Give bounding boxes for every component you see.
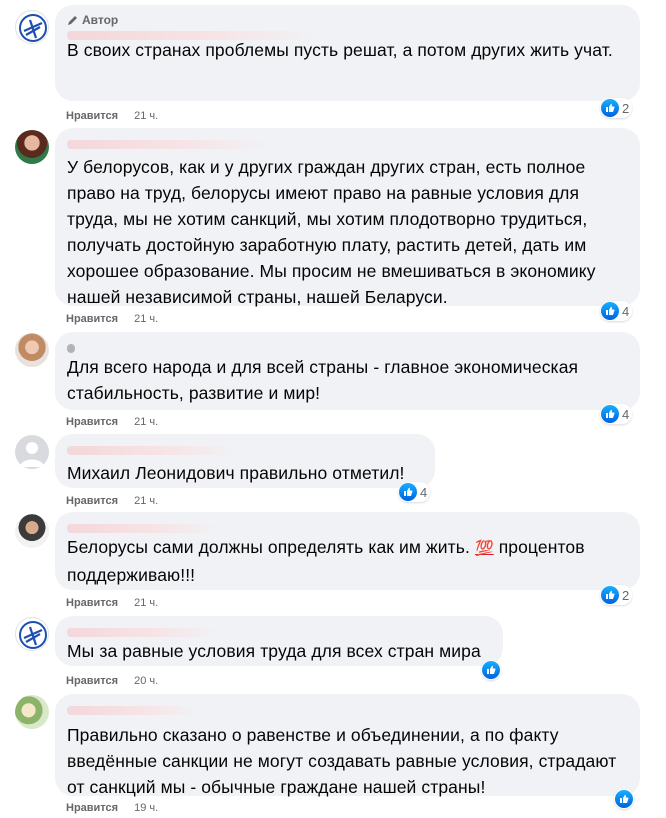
timestamp[interactable]: 21 ч. (134, 597, 158, 609)
timestamp[interactable]: 19 ч. (134, 802, 158, 814)
author-name[interactable] (67, 524, 217, 533)
reaction-count[interactable]: 4 (600, 301, 633, 321)
like-button[interactable]: Нравится (66, 597, 118, 609)
comment-text: Белорусы сами должны определять как им ж… (67, 534, 628, 588)
comment-bubble: У белорусов, как и у других граждан друг… (55, 128, 640, 307)
author-badge: Автор (67, 13, 118, 27)
comment-text: Михаил Леонидович правильно отметил! (67, 463, 405, 483)
comment-bubble: Для всего народа и для всей страны - гла… (55, 332, 640, 410)
comment-bubble: Автор В своих странах проблемы пусть реш… (55, 5, 640, 101)
comment-text-part: Белорусы сами должны определять как им ж… (67, 537, 470, 557)
thumbs-up-icon (482, 661, 500, 679)
like-button[interactable]: Нравится (66, 495, 118, 507)
author-name[interactable] (67, 706, 197, 715)
avatar[interactable] (15, 130, 49, 164)
thumbs-up-icon (601, 99, 619, 117)
reaction-count[interactable]: 2 (600, 585, 633, 605)
hundred-points-icon: 💯 (474, 540, 494, 557)
author-name[interactable] (67, 344, 75, 353)
like-button[interactable]: Нравится (66, 416, 118, 428)
reaction-count[interactable] (614, 789, 634, 809)
reaction-count[interactable]: 2 (600, 98, 633, 118)
comment-bubble: Михаил Леонидович правильно отметил! (55, 434, 435, 488)
organization-logo-icon (19, 14, 47, 42)
like-button[interactable]: Нравится (66, 675, 118, 687)
thumbs-up-icon (615, 790, 633, 808)
comment-text: Мы за равные условия труда для всех стра… (67, 641, 481, 661)
avatar[interactable] (15, 695, 49, 729)
thumbs-up-icon (399, 483, 417, 501)
reaction-count[interactable] (481, 660, 501, 680)
timestamp[interactable]: 21 ч. (134, 110, 158, 122)
reaction-number: 2 (622, 100, 630, 116)
pencil-icon (68, 15, 77, 25)
timestamp[interactable]: 21 ч. (134, 313, 158, 325)
avatar[interactable] (15, 333, 49, 367)
reaction-number: 4 (420, 484, 428, 500)
timestamp[interactable]: 20 ч. (134, 675, 158, 687)
comment-bubble: Правильно сказано о равенстве и объедине… (55, 694, 640, 797)
timestamp[interactable]: 21 ч. (134, 495, 158, 507)
thumbs-up-icon (601, 302, 619, 320)
avatar[interactable] (15, 10, 49, 44)
reaction-number: 2 (622, 587, 630, 603)
reaction-count[interactable]: 4 (600, 404, 633, 424)
thumbs-up-icon (601, 405, 619, 423)
comment-text: Правильно сказано о равенстве и объедине… (67, 725, 617, 797)
comment-text: Для всего народа и для всей страны - гла… (67, 357, 579, 403)
reaction-count[interactable]: 4 (398, 482, 431, 502)
avatar[interactable] (15, 617, 49, 651)
like-button[interactable]: Нравится (66, 802, 118, 814)
comment-text: В своих странах проблемы пусть решат, а … (67, 40, 613, 60)
thumbs-up-icon (601, 586, 619, 604)
like-button[interactable]: Нравится (66, 313, 118, 325)
comment-text: У белорусов, как и у других граждан друг… (67, 157, 596, 307)
organization-logo-icon (19, 621, 47, 649)
avatar[interactable] (15, 514, 49, 548)
timestamp[interactable]: 21 ч. (134, 416, 158, 428)
like-button[interactable]: Нравится (66, 110, 118, 122)
reaction-number: 4 (622, 303, 630, 319)
avatar[interactable] (15, 435, 49, 469)
author-badge-label: Автор (82, 13, 119, 27)
comment-bubble: Белорусы сами должны определять как им ж… (55, 512, 640, 590)
comment-bubble: Мы за равные условия труда для всех стра… (55, 616, 503, 666)
author-name[interactable] (67, 628, 217, 637)
reaction-number: 4 (622, 406, 630, 422)
author-name[interactable] (67, 446, 237, 455)
default-user-icon (20, 442, 44, 467)
author-name[interactable] (67, 140, 267, 149)
